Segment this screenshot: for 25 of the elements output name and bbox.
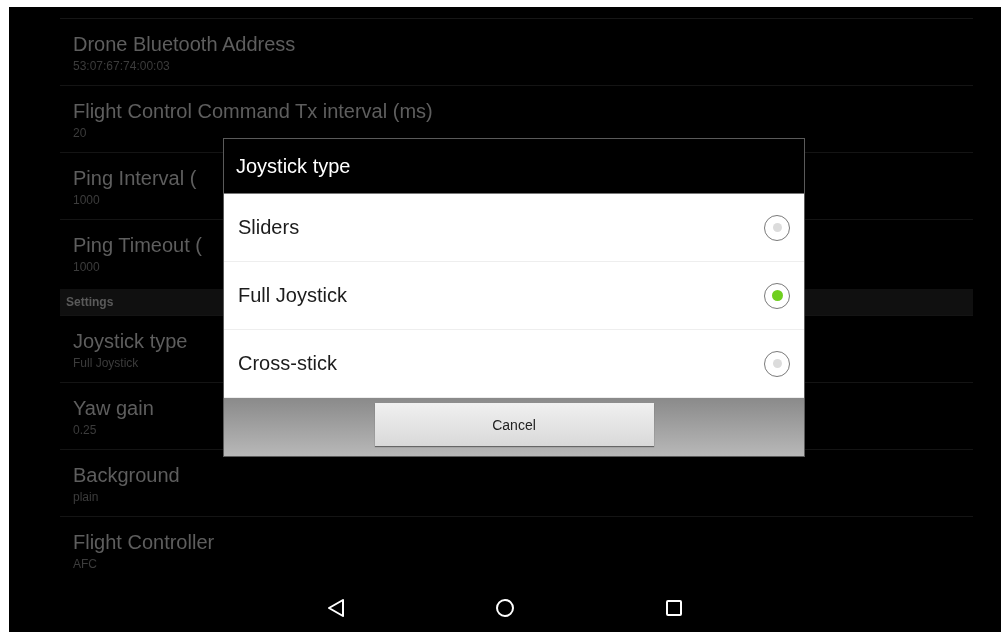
preference-title[interactable]: Ping Timeout ( — [73, 232, 202, 258]
preference-title[interactable]: Flight Controller — [73, 529, 215, 555]
preference-summary: 53:07:67:74:00:03 — [73, 58, 170, 74]
preference-summary: 0.25 — [73, 422, 97, 438]
option-label: Cross-stick — [238, 352, 337, 375]
preference-title[interactable]: Ping Interval ( — [73, 165, 197, 191]
home-icon[interactable] — [495, 598, 515, 618]
option-label: Full Joystick — [238, 284, 347, 307]
dialog-title: Joystick type — [224, 139, 804, 194]
back-icon[interactable] — [327, 598, 345, 618]
preference-title[interactable]: Background — [73, 462, 180, 488]
recents-icon[interactable] — [665, 599, 683, 617]
preference-summary: plain — [73, 489, 99, 505]
preference-summary: 1000 — [73, 259, 100, 275]
category-title: Settings — [66, 295, 114, 309]
preference-title[interactable]: Drone Bluetooth Address — [73, 31, 296, 57]
preference-summary: Full Joystick — [73, 355, 139, 371]
cancel-button[interactable]: Cancel — [374, 403, 654, 446]
option-label: Sliders — [238, 216, 300, 239]
preference-summary: 20 — [73, 125, 87, 141]
preference-title[interactable]: Joystick type — [73, 328, 188, 354]
preference-summary: AFC — [73, 556, 97, 572]
preference-summary: 1000 — [73, 192, 100, 208]
preference-title[interactable]: Yaw gain — [73, 395, 154, 421]
preference-title[interactable]: Flight Control Command Tx interval (ms) — [73, 98, 433, 124]
